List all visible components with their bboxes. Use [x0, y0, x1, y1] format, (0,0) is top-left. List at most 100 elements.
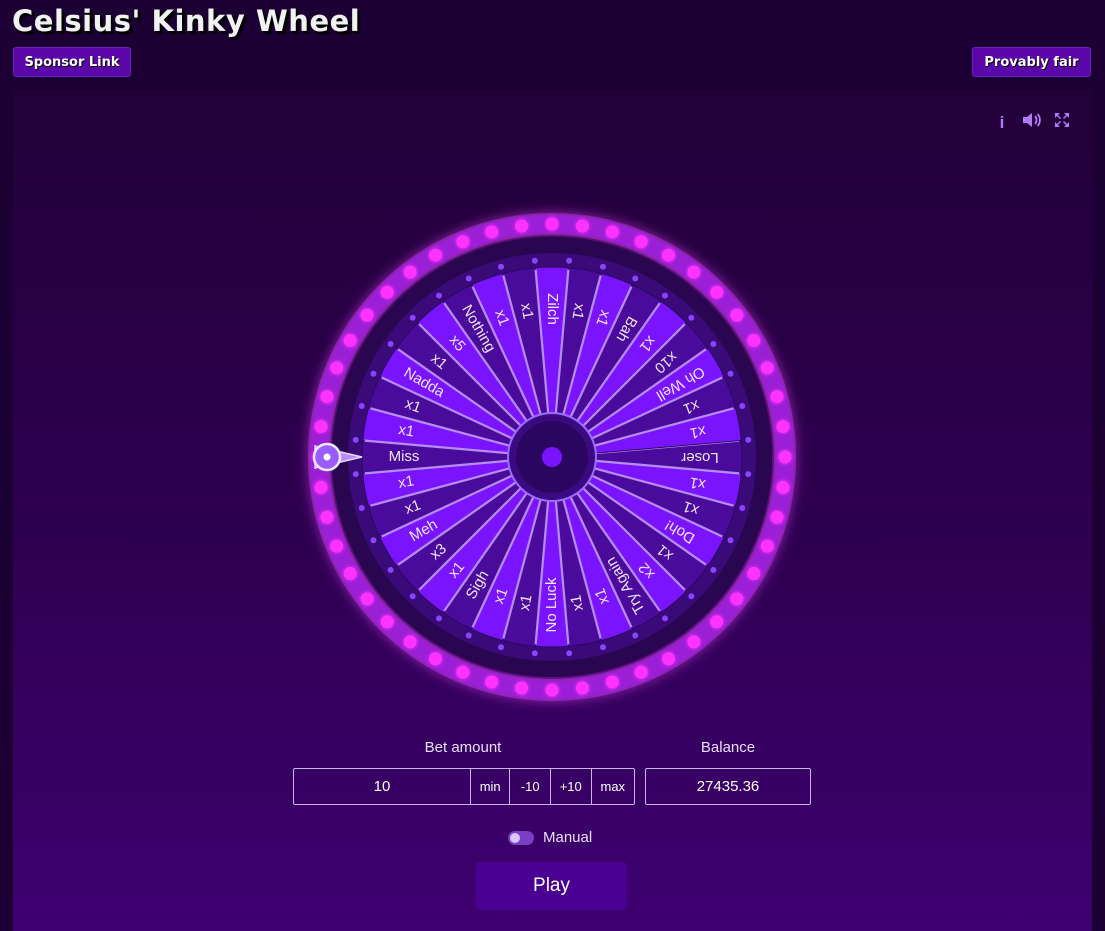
rim-light — [770, 390, 784, 404]
rim-light — [360, 308, 374, 322]
rim-dot — [632, 632, 639, 639]
rim-dot — [387, 566, 394, 573]
rim-light — [730, 592, 744, 606]
rim-light — [456, 665, 470, 679]
rim-dot — [531, 257, 538, 264]
rim-dot — [436, 292, 443, 299]
rim-light — [730, 308, 744, 322]
wheel-segment-label: x1 — [567, 594, 586, 613]
rim-light — [776, 420, 790, 434]
rim-light — [380, 285, 394, 299]
rim-light — [403, 635, 417, 649]
rim-light — [760, 539, 774, 553]
balance-label: Balance — [700, 739, 756, 756]
rim-light — [429, 652, 442, 666]
rim-light — [320, 390, 334, 404]
rim-light — [320, 510, 334, 524]
rim-light — [403, 265, 417, 279]
wheel-segment-label: x1 — [517, 302, 536, 321]
wheel-segment-label: Zilch — [544, 293, 561, 325]
wheel-segment-label: No Luck — [543, 577, 560, 633]
rim-dot — [739, 403, 746, 410]
rim-dot — [465, 275, 472, 282]
rim-light — [456, 235, 470, 249]
bet-amount-input[interactable]: 10 — [294, 769, 471, 804]
rim-light — [710, 615, 724, 629]
rim-light — [515, 219, 529, 233]
wheel-segment-label: x1 — [397, 421, 416, 440]
rim-dot — [727, 537, 734, 544]
bet-min-button[interactable]: min — [471, 769, 511, 804]
rim-dot — [358, 403, 365, 410]
rim-light — [515, 681, 529, 695]
rim-dot — [739, 504, 746, 511]
rim-light — [330, 361, 344, 375]
rim-light — [485, 675, 499, 689]
wheel-segment-label: Loser — [681, 449, 719, 466]
play-button[interactable]: Play — [476, 862, 627, 910]
rim-dot — [727, 370, 734, 377]
rim-light — [662, 248, 675, 262]
rim-light — [545, 683, 559, 697]
rim-light — [710, 285, 724, 299]
rim-light — [330, 539, 344, 553]
rim-light — [605, 225, 619, 239]
rim-dot — [599, 644, 606, 651]
rim-dot — [688, 593, 695, 600]
rim-light — [778, 450, 792, 464]
rim-dot — [710, 341, 717, 348]
rim-dot — [531, 650, 538, 657]
wheel-segment-label: x1 — [568, 302, 587, 321]
rim-dot — [745, 436, 752, 443]
rim-dot — [465, 632, 472, 639]
rim-light — [575, 219, 589, 233]
rim-light — [747, 334, 761, 347]
rim-dot — [358, 504, 365, 511]
bet-minus-10-button[interactable]: -10 — [510, 769, 551, 804]
rim-light — [634, 665, 648, 679]
wheel-segment-label: x1 — [516, 593, 535, 612]
rim-light — [776, 480, 790, 494]
rim-dot — [352, 471, 359, 478]
rim-light — [662, 652, 675, 666]
rim-light — [687, 265, 701, 279]
rim-light — [575, 681, 589, 695]
rim-dot — [409, 314, 416, 321]
rim-dot — [566, 257, 573, 264]
bet-amount-group: 10 min -10 +10 max — [293, 768, 635, 805]
wheel-segment-label: x1 — [688, 473, 707, 492]
rim-light — [314, 420, 328, 434]
rim-dot — [710, 566, 717, 573]
rim-light — [747, 567, 761, 580]
toggle-knob — [510, 833, 520, 843]
bet-amount-label: Bet amount — [424, 739, 502, 756]
rim-light — [634, 235, 648, 249]
rim-dot — [370, 537, 377, 544]
rim-light — [545, 217, 559, 231]
wheel-segment-label: x1 — [397, 472, 416, 491]
rim-light — [770, 510, 784, 524]
wheel-segment-label: Miss — [389, 448, 420, 465]
rim-dot — [370, 370, 377, 377]
rim-light — [314, 480, 328, 494]
rim-dot — [745, 471, 752, 478]
rim-light — [343, 567, 357, 580]
rim-light — [360, 592, 374, 606]
rim-dot — [409, 593, 416, 600]
manual-mode-label: Manual — [543, 829, 593, 846]
wheel-hub-center — [542, 447, 562, 467]
rim-light — [687, 635, 701, 649]
rim-dot — [661, 292, 668, 299]
bet-plus-10-button[interactable]: +10 — [551, 769, 592, 804]
manual-mode-toggle[interactable] — [508, 831, 534, 845]
wheel-segment-label: x1 — [689, 422, 708, 441]
bet-max-button[interactable]: max — [592, 769, 635, 804]
rim-dot — [387, 341, 394, 348]
rim-light — [343, 334, 357, 347]
rim-light — [429, 248, 442, 262]
rim-dot — [436, 615, 443, 622]
rim-dot — [632, 275, 639, 282]
balance-value: 27435.36 — [645, 768, 811, 805]
rim-dot — [498, 644, 505, 651]
rim-dot — [566, 650, 573, 657]
